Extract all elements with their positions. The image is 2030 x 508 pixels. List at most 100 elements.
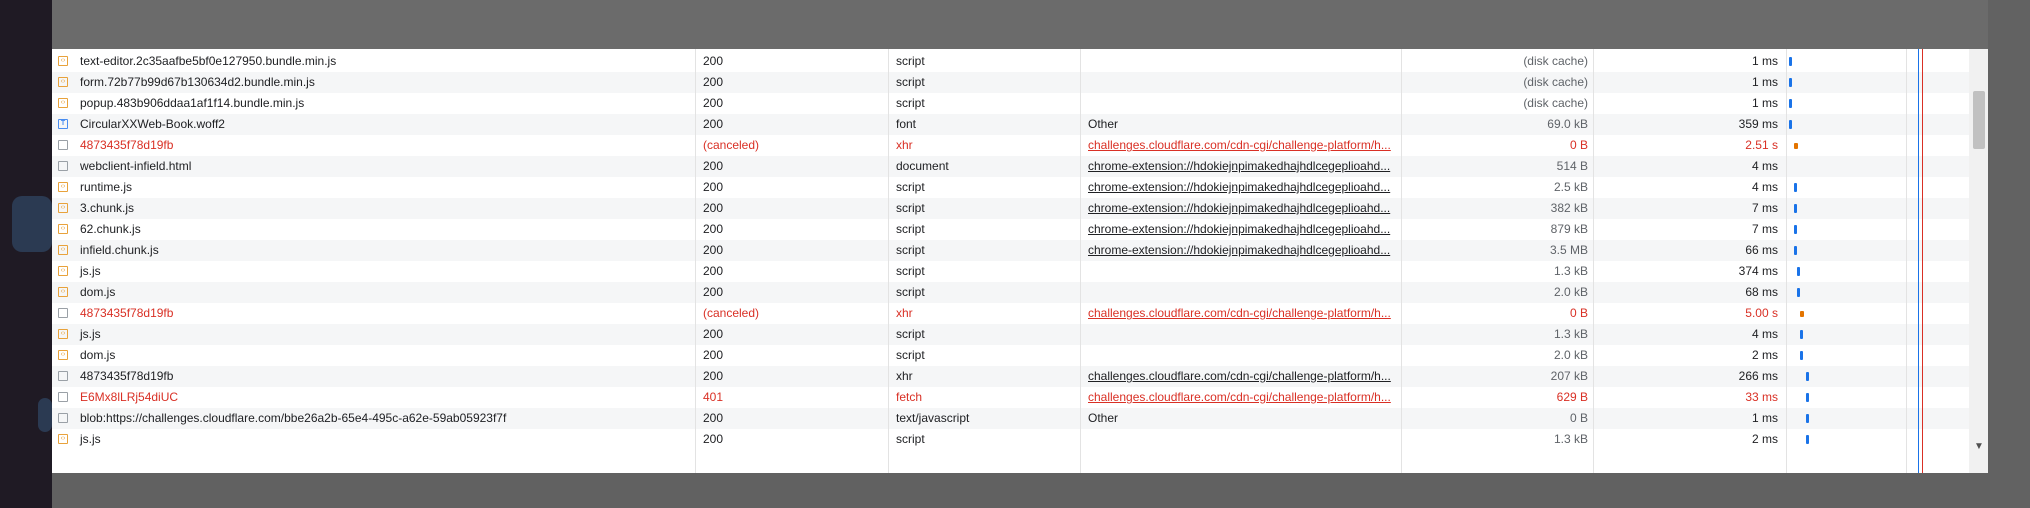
- request-size: 879 kB: [1550, 222, 1588, 236]
- request-name: js.js: [80, 432, 101, 446]
- request-type: script: [896, 180, 925, 194]
- waterfall-bar: [1800, 311, 1804, 317]
- script-icon: ‹›: [58, 245, 68, 255]
- request-type: font: [896, 117, 917, 131]
- request-status: 401: [703, 390, 724, 404]
- request-type: script: [896, 222, 925, 236]
- request-status: 200: [703, 327, 724, 341]
- request-size: (disk cache): [1523, 75, 1588, 89]
- request-size: 514 B: [1556, 159, 1588, 173]
- table-row[interactable]: ‹› js.js 200 script 1.3 kB 2 ms: [52, 429, 1969, 450]
- request-size: 382 kB: [1550, 201, 1588, 215]
- table-row[interactable]: 4873435f78d19fb (canceled) xhr challenges.c…: [52, 303, 1969, 324]
- column-separator: [1080, 49, 1081, 473]
- request-size: 0 B: [1569, 138, 1588, 152]
- blank-icon: [58, 308, 68, 318]
- table-row[interactable]: ‹› dom.js 200 script 2.0 kB 2 ms: [52, 345, 1969, 366]
- request-name: form.72b77b99d67b130634d2.bundle.min.js: [80, 75, 315, 89]
- script-icon: ‹›: [58, 77, 68, 87]
- script-icon: ‹›: [58, 203, 68, 213]
- waterfall-bar: [1788, 57, 1792, 66]
- request-time: 1 ms: [1751, 54, 1778, 68]
- table-row[interactable]: T CircularXXWeb-Book.woff2 200 font Other 69.…: [52, 114, 1969, 135]
- request-size: 629 B: [1556, 390, 1588, 404]
- request-name: popup.483b906ddaa1af1f14.bundle.min.js: [80, 96, 305, 110]
- script-icon: ‹›: [58, 350, 68, 360]
- request-initiator[interactable]: challenges.cloudflare.com/cdn-cgi/challe…: [1084, 366, 1398, 387]
- table-row[interactable]: 4873435f78d19fb 200 xhr challenges.cloudfla…: [52, 366, 1969, 387]
- request-name: 62.chunk.js: [80, 222, 141, 236]
- sidebar-ghost-button: [12, 196, 52, 252]
- request-time: 7 ms: [1751, 201, 1778, 215]
- table-row[interactable]: ‹› text-editor.2c35aafbe5bf0e127950.bundl…: [52, 51, 1969, 72]
- request-initiator[interactable]: challenges.cloudflare.com/cdn-cgi/challe…: [1084, 387, 1398, 408]
- request-status: 200: [703, 348, 724, 362]
- domcontentloaded-marker: [1918, 49, 1919, 473]
- request-size: (disk cache): [1523, 54, 1588, 68]
- overlay-right: [1988, 0, 2030, 508]
- scroll-down-arrow-icon[interactable]: ▼: [1973, 441, 1985, 453]
- table-row[interactable]: ‹› infield.chunk.js 200 script chrome-extens…: [52, 240, 1969, 261]
- request-size: (disk cache): [1523, 96, 1588, 110]
- request-initiator: [1084, 261, 1398, 282]
- table-row[interactable]: ‹› runtime.js 200 script chrome-extension://…: [52, 177, 1969, 198]
- request-name: blob:https://challenges.cloudflare.com/b…: [80, 411, 507, 425]
- request-name: runtime.js: [80, 180, 133, 194]
- request-status: 200: [703, 117, 724, 131]
- script-icon: ‹›: [58, 224, 68, 234]
- request-type: script: [896, 285, 925, 299]
- waterfall-bar: [1806, 393, 1809, 402]
- request-initiator: Other: [1088, 411, 1119, 425]
- table-row[interactable]: webclient-infield.html 200 document chrome-…: [52, 156, 1969, 177]
- request-initiator[interactable]: chrome-extension://hdokiejnpimakedhajhdl…: [1084, 198, 1398, 219]
- table-row[interactable]: E6Mx8lLRj54diUC 401 fetch challenges.cloudf…: [52, 387, 1969, 408]
- request-name: text-editor.2c35aafbe5bf0e127950.bundle.…: [80, 54, 337, 68]
- table-row[interactable]: ‹› popup.483b906ddaa1af1f14.bundle.min.js…: [52, 93, 1969, 114]
- request-time: 1 ms: [1751, 75, 1778, 89]
- request-initiator: [1084, 72, 1398, 93]
- request-time: 359 ms: [1738, 117, 1778, 131]
- table-row[interactable]: blob:https://challenges.cloudflare.com/b…: [52, 408, 1969, 429]
- request-type: script: [896, 54, 925, 68]
- request-name: 4873435f78d19fb: [80, 306, 174, 320]
- table-row[interactable]: ‹› js.js 200 script 1.3 kB 4 ms: [52, 324, 1969, 345]
- blank-icon: [58, 371, 68, 381]
- request-initiator[interactable]: chrome-extension://hdokiejnpimakedhajhdl…: [1084, 177, 1398, 198]
- request-initiator[interactable]: chrome-extension://hdokiejnpimakedhajhdl…: [1084, 219, 1398, 240]
- request-size: 1.3 kB: [1553, 327, 1588, 341]
- request-time: 4 ms: [1751, 159, 1778, 173]
- table-row[interactable]: ‹› form.72b77b99d67b130634d2.bundle.min.j…: [52, 72, 1969, 93]
- document-icon: [58, 161, 68, 171]
- request-size: 207 kB: [1550, 369, 1588, 383]
- column-separator: [1786, 49, 1787, 473]
- request-initiator[interactable]: challenges.cloudflare.com/cdn-cgi/challe…: [1084, 303, 1398, 324]
- sidebar-dark-strip: [0, 0, 52, 508]
- request-status: 200: [703, 222, 724, 236]
- request-initiator[interactable]: chrome-extension://hdokiejnpimakedhajhdl…: [1084, 156, 1398, 177]
- column-separator: [1401, 49, 1402, 473]
- table-row[interactable]: ‹› js.js 200 script 1.3 kB 374 ms: [52, 261, 1969, 282]
- sidebar-ghost-button: [38, 398, 52, 432]
- request-initiator: Other: [1088, 117, 1119, 131]
- request-type: xhr: [896, 138, 913, 152]
- table-row[interactable]: ‹› 62.chunk.js 200 script chrome-extension:/…: [52, 219, 1969, 240]
- column-separator: [1906, 49, 1907, 473]
- waterfall-bar: [1788, 99, 1792, 108]
- request-status: 200: [703, 285, 724, 299]
- scrollbar-thumb[interactable]: [1973, 91, 1985, 149]
- request-name: infield.chunk.js: [80, 243, 159, 257]
- request-type: script: [896, 264, 925, 278]
- request-initiator[interactable]: chrome-extension://hdokiejnpimakedhajhdl…: [1084, 240, 1398, 261]
- request-name: 3.chunk.js: [80, 201, 135, 215]
- request-status: 200: [703, 159, 724, 173]
- request-status: 200: [703, 264, 724, 278]
- request-time: 2 ms: [1751, 348, 1778, 362]
- table-row[interactable]: 4873435f78d19fb (canceled) xhr challenges.c…: [52, 135, 1969, 156]
- network-request-table: ‹› text-editor.2c35aafbe5bf0e127950.bundl…: [52, 49, 1988, 473]
- table-row[interactable]: ‹› dom.js 200 script 2.0 kB 68 ms: [52, 282, 1969, 303]
- request-initiator: [1084, 429, 1398, 450]
- request-name: 4873435f78d19fb: [80, 138, 174, 152]
- request-initiator[interactable]: challenges.cloudflare.com/cdn-cgi/challe…: [1084, 135, 1398, 156]
- waterfall-bar: [1800, 351, 1803, 360]
- table-row[interactable]: ‹› 3.chunk.js 200 script chrome-extension://…: [52, 198, 1969, 219]
